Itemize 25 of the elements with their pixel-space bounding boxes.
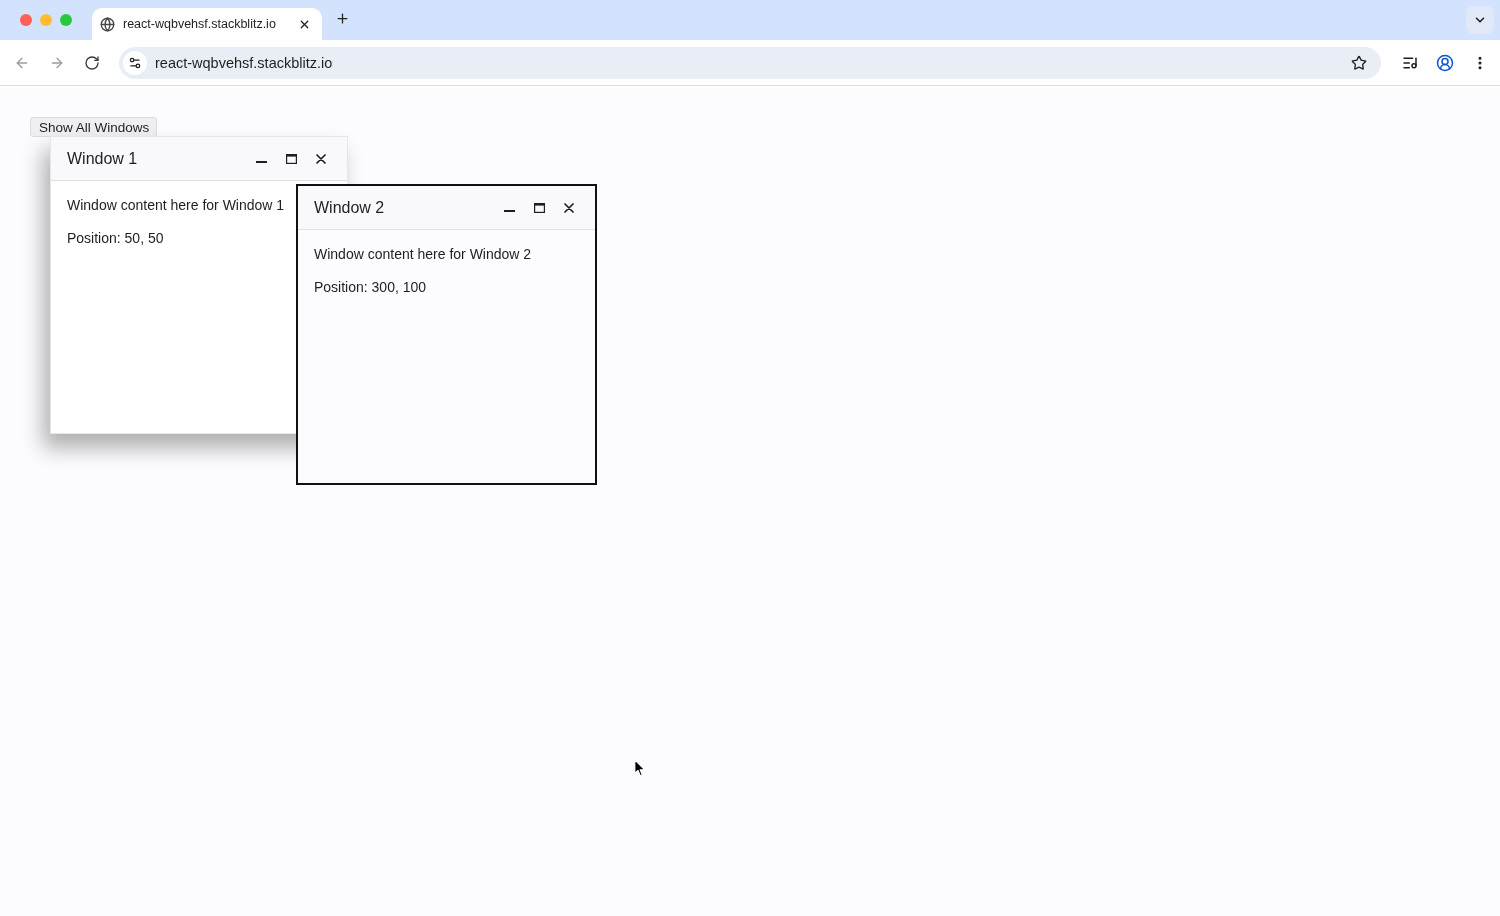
tab-title: react-wqbvehsf.stackblitz.io (123, 17, 277, 31)
maximize-icon (285, 153, 297, 164)
star-icon (1351, 54, 1367, 71)
browser-tab[interactable]: react-wqbvehsf.stackblitz.io (92, 8, 322, 40)
minimize-icon (255, 161, 267, 164)
address-bar[interactable]: react-wqbvehsf.stackblitz.io (119, 46, 1381, 79)
cursor-icon (634, 759, 646, 777)
position-text: Position: 300, 100 (314, 278, 428, 297)
reload-icon (84, 54, 100, 71)
window-content-text: Window content here for Window 2 (314, 245, 533, 264)
site-info-button[interactable] (123, 50, 147, 75)
maximize-icon (533, 202, 545, 213)
window-title: Window 1 (67, 149, 139, 168)
position-text: Position: 50, 50 (67, 229, 165, 248)
close-icon (564, 202, 574, 213)
profile-icon (1436, 53, 1454, 72)
plus-icon (334, 10, 350, 26)
close-icon (316, 153, 326, 164)
minimize-icon (503, 210, 515, 213)
url-text: react-wqbvehsf.stackblitz.io (155, 54, 334, 71)
show-all-windows-button[interactable]: Show All Windows (30, 117, 158, 137)
window-title-bar[interactable]: Window 1 (51, 137, 347, 181)
window-title: Window 2 (314, 198, 386, 217)
globe-icon (100, 16, 115, 32)
sliders-icon (128, 55, 142, 70)
